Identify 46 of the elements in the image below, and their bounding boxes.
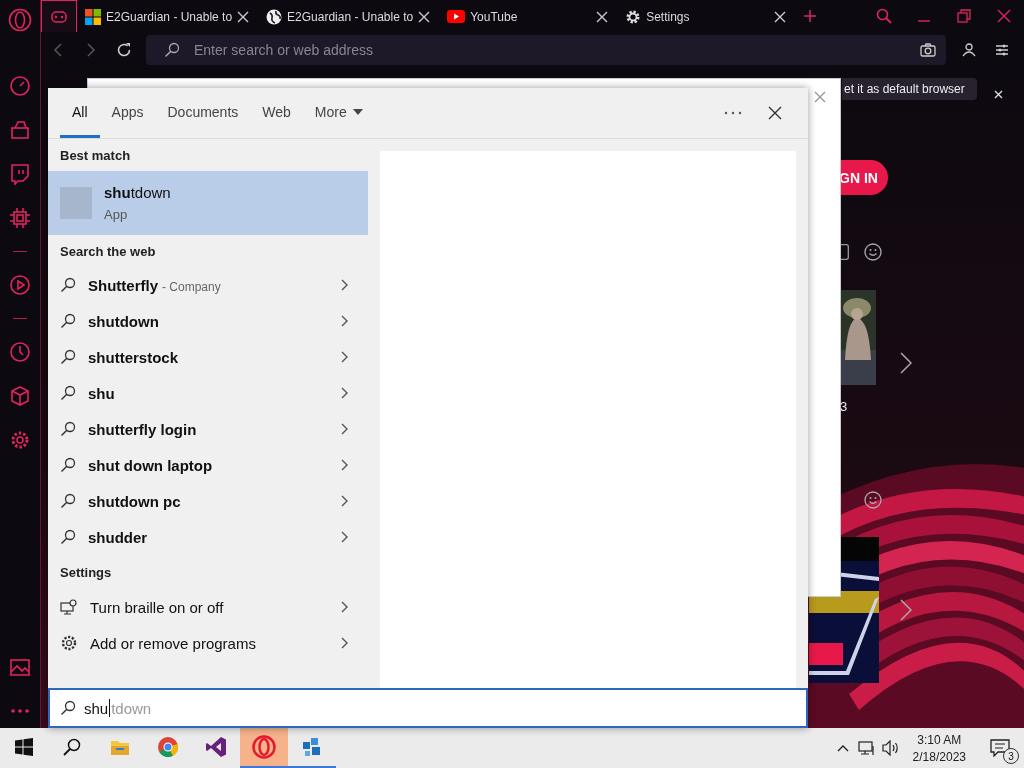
- profile-icon[interactable]: [961, 43, 976, 57]
- browser-tab[interactable]: Settings: [617, 0, 796, 32]
- cube-icon[interactable]: [9, 385, 31, 407]
- image-icon[interactable]: [9, 656, 31, 678]
- browser-tab[interactable]: E2Guardian - Unable to: [258, 0, 440, 32]
- chevron-up-icon[interactable]: [836, 744, 849, 752]
- browser-tab[interactable]: E2Guardian - Unable to: [77, 0, 259, 32]
- address-bar[interactable]: Enter search or web address: [146, 35, 946, 65]
- opera-icon[interactable]: [252, 735, 276, 759]
- search-icon[interactable]: [63, 738, 81, 756]
- globe-icon: [266, 8, 283, 25]
- notification-icon[interactable]: [990, 739, 1010, 757]
- forward-icon[interactable]: [85, 43, 96, 57]
- opera-logo-icon[interactable]: [8, 8, 32, 32]
- search-icon: [164, 42, 180, 58]
- plus-icon[interactable]: [803, 9, 818, 23]
- cubes-icon[interactable]: [301, 736, 323, 758]
- chrome-icon[interactable]: [157, 736, 179, 758]
- windows-logo-icon: [85, 8, 101, 25]
- restore-icon[interactable]: [957, 9, 971, 23]
- play-icon[interactable]: [9, 274, 31, 296]
- settings-sliders-icon[interactable]: [994, 43, 1009, 57]
- youtube-icon: [447, 10, 466, 23]
- browser-tab[interactable]: [41, 0, 77, 32]
- reload-icon[interactable]: [115, 42, 132, 58]
- notification-count: 3: [1003, 748, 1019, 764]
- network-icon[interactable]: [857, 740, 876, 756]
- twitch-icon[interactable]: [9, 163, 31, 185]
- bag-icon[interactable]: [9, 119, 31, 141]
- address-field[interactable]: Enter search or web address: [192, 41, 908, 59]
- volume-icon[interactable]: [881, 740, 900, 756]
- browser-tab[interactable]: YouTube: [439, 0, 618, 32]
- speedometer-icon[interactable]: [9, 75, 31, 97]
- clock-icon[interactable]: [9, 341, 31, 363]
- camera-icon[interactable]: [920, 43, 936, 57]
- back-icon[interactable]: [52, 43, 63, 57]
- clock-time[interactable]: 3:10 AM: [917, 732, 962, 747]
- more-icon[interactable]: [9, 708, 31, 714]
- clock-date[interactable]: 2/18/2023: [912, 749, 966, 764]
- windows-start-icon[interactable]: [15, 738, 33, 756]
- chip-icon[interactable]: [9, 207, 31, 229]
- settings-icon[interactable]: [9, 429, 31, 451]
- gear-icon: [625, 8, 642, 25]
- visual-studio-icon[interactable]: [205, 736, 227, 758]
- gamepad-icon: [51, 10, 67, 23]
- folder-icon[interactable]: [110, 738, 130, 756]
